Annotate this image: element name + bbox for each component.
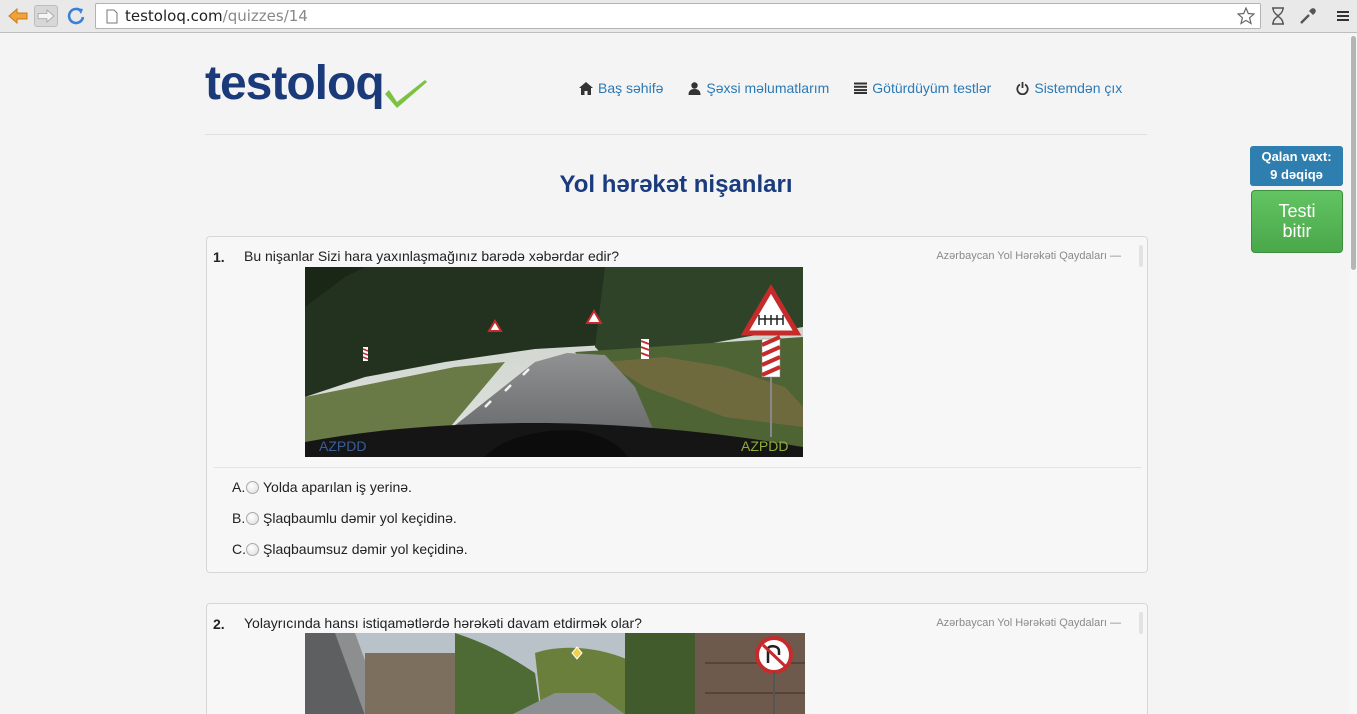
card-scrollbar[interactable] [1139,612,1143,634]
nav-home[interactable]: Baş səhifə [579,80,663,96]
checkmark-icon [385,80,427,108]
menu-icon[interactable] [1333,6,1353,26]
finish-button-line2: bitir [1282,221,1312,241]
question-image: AZPDD AZPDD [305,267,803,457]
forward-arrow-icon [37,9,55,23]
image-watermark-left: AZPDD [319,438,366,454]
answer-option-a[interactable]: A. Yolda aparılan iş yerinə. [232,479,412,495]
question-text: Yolayrıcında hansı istiqamətlərdə hərəkə… [244,615,642,631]
question-number: 1. [213,249,225,265]
finish-button-line1: Testi [1278,201,1316,221]
answer-letter: C. [232,541,246,557]
answer-letter: B. [232,510,246,526]
nav-logout-label: Sistemdən çıx [1034,80,1123,96]
card-scrollbar[interactable] [1139,245,1143,267]
answer-letter: A. [232,479,246,495]
top-navigation: Baş səhifə Şəxsi məlumatlarım Götürdüyüm… [579,80,1122,96]
list-icon [854,82,868,94]
power-icon [1016,81,1029,95]
question-source: Azərbaycan Yol Hərəkəti Qaydaları — [936,250,1121,262]
question-card: 2. Yolayrıcında hansı istiqamətlərdə hər… [206,603,1148,714]
page-title: Yol hərəkət nişanları [559,171,793,198]
forward-button[interactable] [34,5,58,27]
question-number: 2. [213,616,225,632]
back-arrow-icon [8,8,28,24]
logo-text: testoloq [205,57,385,110]
nav-profile[interactable]: Şəxsi məlumatlarım [688,80,829,96]
url-text: testoloq.com/quizzes/14 [125,7,308,25]
page-icon [104,8,120,24]
answer-option-b[interactable]: B. Şlaqbaumlu dəmir yol keçidinə. [232,510,457,526]
image-watermark-right: AZPDD [741,438,788,454]
browser-toolbar: testoloq.com/quizzes/14 [0,0,1357,33]
user-icon [688,81,701,95]
question-source: Azərbaycan Yol Hərəkəti Qaydaları — [936,617,1121,629]
home-icon [579,81,593,95]
nav-profile-label: Şəxsi məlumatlarım [706,80,830,96]
nav-taken-tests-label: Götürdüyüm testlər [872,80,992,96]
radio-button[interactable] [246,480,259,494]
question-text: Bu nişanlar Sizi hara yaxınlaşmağınız ba… [244,248,620,264]
address-bar[interactable]: testoloq.com/quizzes/14 [95,3,1261,29]
page-scrollbar-thumb[interactable] [1351,36,1356,270]
nav-taken-tests[interactable]: Götürdüyüm testlər [854,80,991,96]
question-image [305,633,805,714]
radio-button[interactable] [246,542,259,556]
site-logo[interactable]: testoloq [205,58,427,118]
hourglass-icon[interactable] [1268,6,1288,26]
answers-divider [214,467,1142,468]
back-button[interactable] [6,5,30,27]
question-card: 1. Bu nişanlar Sizi hara yaxınlaşmağınız… [206,236,1148,573]
answer-option-c[interactable]: C. Şlaqbaumsuz dəmir yol keçidinə. [232,541,468,557]
finish-test-button[interactable]: Testi bitir [1251,190,1343,253]
timer-label: Qalan vaxt: [1261,149,1332,164]
nav-logout[interactable]: Sistemdən çıx [1016,80,1122,96]
eyedropper-icon[interactable] [1298,6,1318,26]
answer-text: Şlaqbaumsuz dəmir yol keçidinə. [263,541,468,557]
bookmark-star-icon[interactable] [1236,6,1256,26]
radio-button[interactable] [246,511,259,525]
time-remaining-badge: Qalan vaxt: 9 dəqiqə [1250,146,1343,186]
answer-text: Yolda aparılan iş yerinə. [263,479,412,495]
answer-text: Şlaqbaumlu dəmir yol keçidinə. [263,510,457,526]
nav-home-label: Baş səhifə [598,80,664,96]
timer-value: 9 dəqiqə [1270,167,1323,182]
reload-button[interactable] [64,5,88,27]
header-divider [205,134,1147,135]
reload-icon [67,7,85,25]
